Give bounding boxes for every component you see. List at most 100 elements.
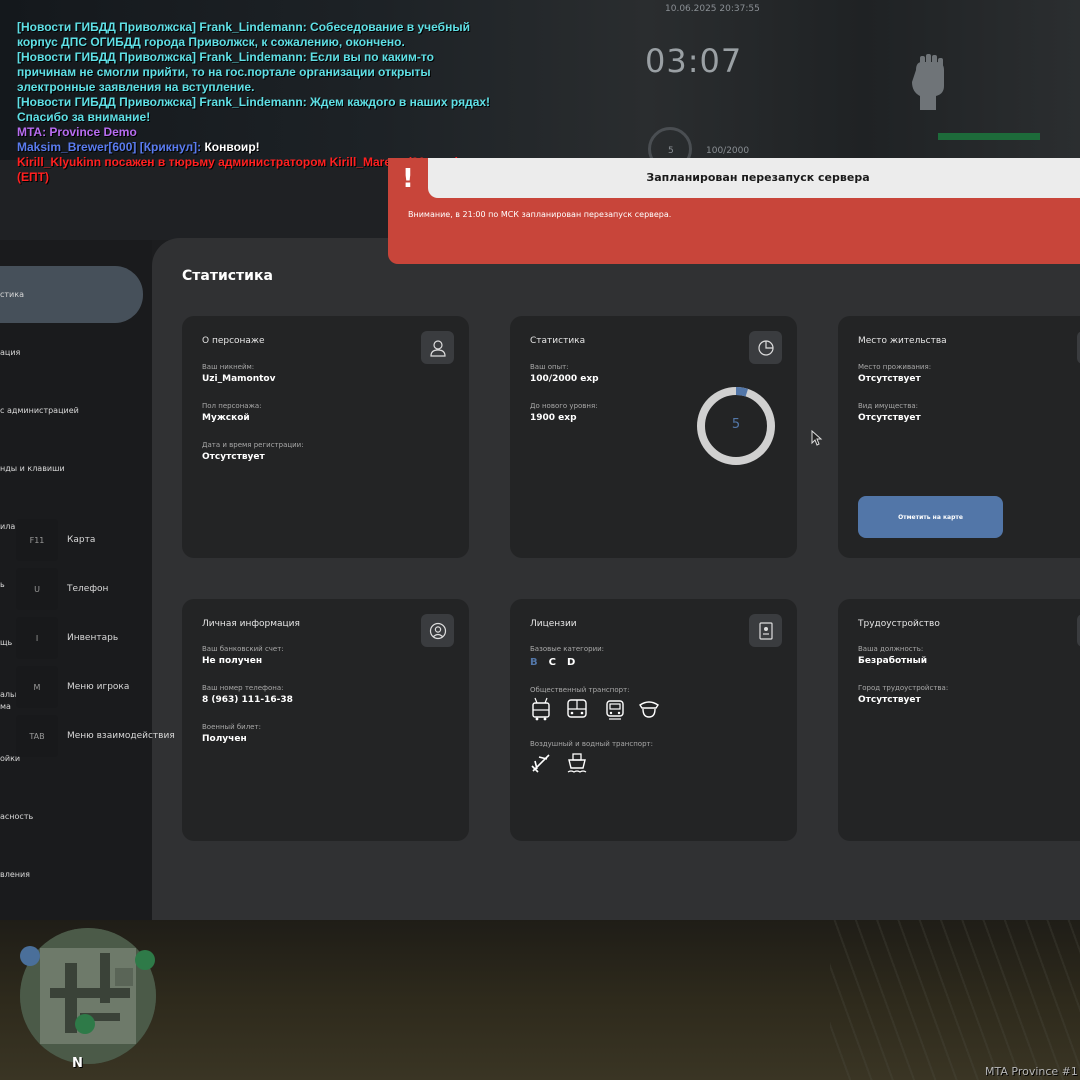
city-label: Город трудоустройства: (858, 684, 949, 692)
hotkey-player-menu-label: Меню игрока (67, 682, 130, 692)
exp-label: Ваш опыт: (530, 363, 569, 371)
phone-label: Ваш номер телефона: (202, 684, 284, 692)
position-value: Безработный (858, 656, 928, 666)
next-level-value: 1900 exp (530, 413, 577, 423)
military-value: Получен (202, 734, 247, 744)
card-title: Место жительства (858, 336, 947, 346)
menu-item-security[interactable]: асность (0, 812, 33, 821)
level-number: 5 (731, 417, 741, 432)
notification-header: Запланирован перезапуск сервера (428, 158, 1080, 198)
bank-value: Не получен (202, 656, 263, 666)
hotkey-phone-key: U (16, 568, 58, 610)
licenses-card: Лицензии Базовые категории: BCD Обществе… (510, 599, 797, 841)
server-restart-notification: Запланирован перезапуск сервера ! Вниман… (388, 158, 1080, 264)
minimap (20, 928, 156, 1064)
place-label: Место проживания: (858, 363, 932, 371)
hud-time: 03:07 (645, 42, 743, 80)
registration-value: Отсутствует (202, 452, 265, 462)
air-water-transport-label: Воздушный и водный транспорт: (530, 740, 653, 748)
chat-segment: [Новости ГИБДД Приволжска] Frank_Lindema… (17, 50, 434, 94)
hotkey-inventory-key: I (16, 617, 58, 659)
hotkey-map-key: F11 (16, 519, 58, 561)
phone-value: 8 (963) 111-16-38 (202, 695, 293, 705)
menu-item-updates[interactable]: вления (0, 870, 30, 879)
chat-segment: [Новости ГИБДД Приволжска] Frank_Lindema… (17, 95, 491, 124)
hud-level: 5 (668, 146, 674, 156)
trolleybus-icon (532, 697, 550, 721)
card-title: Лицензии (530, 619, 577, 629)
hotkey-interaction-label: Меню взаимодействия (67, 731, 175, 741)
chat-segment: MTA: Province Demo (17, 125, 137, 139)
notification-title: Запланирован перезапуск сервера (646, 171, 870, 184)
category-d: D (566, 657, 576, 668)
personal-info-card: Личная информация Ваш банковский счет: Н… (182, 599, 469, 841)
plane-icon (531, 754, 550, 773)
base-categories-label: Базовые категории: (530, 645, 605, 653)
gender-label: Пол персонажа: (202, 402, 262, 410)
tram-icon (606, 700, 624, 720)
chat-line: [Новости ГИБДД Приволжска] Frank_Lindema… (17, 95, 492, 125)
railway-texture (830, 920, 1080, 1080)
mark-on-map-button[interactable]: Отметить на карте (858, 496, 1003, 538)
gender-value: Мужской (202, 413, 250, 423)
license-categories: BCD (530, 657, 586, 668)
chat-segment: Конвоир! (204, 140, 260, 154)
minimap-roads (20, 928, 156, 1064)
user-icon (421, 331, 454, 364)
bus-icon (567, 699, 587, 718)
minimap-north: N (72, 1056, 83, 1071)
chat-line: Maksim_Brewer[600] [Крикнул]: Конвоир! (17, 140, 492, 155)
hud-exp: 100/2000 (706, 146, 750, 156)
license-icon (749, 614, 782, 647)
public-transport-label: Общественный транспорт: (530, 686, 630, 694)
city-value: Отсутствует (858, 695, 921, 705)
pie-chart-icon (749, 331, 782, 364)
card-title: Статистика (530, 336, 586, 346)
notification-text: Внимание, в 21:00 по МСК запланирован пе… (408, 210, 672, 219)
chat-line: MTA: Province Demo (17, 125, 492, 140)
card-title: Личная информация (202, 619, 300, 629)
hotkey-map-label: Карта (67, 535, 96, 545)
hotkey-interaction-key: TAB (16, 715, 58, 757)
exp-value: 100/2000 exp (530, 374, 599, 384)
next-level-label: До нового уровня: (530, 402, 598, 410)
place-value: Отсутствует (858, 374, 921, 384)
category-c: C (548, 657, 556, 668)
menu-item-statistics[interactable]: стика (0, 290, 24, 299)
chat-line: [Новости ГИБДД Приволжска] Frank_Lindema… (17, 20, 492, 50)
hotkey-player-menu-key: M (16, 666, 58, 708)
marker-icon (75, 1014, 95, 1034)
property-type-value: Отсутствует (858, 413, 921, 423)
bank-label: Ваш банковский счет: (202, 645, 284, 653)
shirt-icon (20, 946, 40, 966)
hotkey-inventory-label: Инвентарь (67, 633, 119, 643)
residence-card: Место жительства Место проживания: Отсут… (838, 316, 1080, 558)
fist-icon (912, 54, 944, 110)
hotkey-phone-label: Телефон (67, 584, 109, 594)
card-title: О персонаже (202, 336, 265, 346)
card-title: Трудоустройство (858, 619, 940, 629)
registration-label: Дата и время регистрации: (202, 441, 304, 449)
hud-health-bar (938, 133, 1040, 140)
character-card: О персонаже Ваш никнейм: Uzi_Mamontov По… (182, 316, 469, 558)
page-title: Статистика (182, 268, 273, 284)
hud-date: 10.06.2025 20:37:55 (665, 4, 760, 14)
menu-item-admin[interactable]: с администрацией (0, 406, 79, 415)
chat-segment: Maksim_Brewer[600] [Крикнул]: (17, 140, 205, 154)
id-badge-icon (421, 614, 454, 647)
nick-label: Ваш никнейм: (202, 363, 255, 371)
menu-item-6[interactable]: ь (0, 580, 5, 589)
nick-value: Uzi_Mamontov (202, 374, 276, 384)
category-b: B (530, 657, 538, 668)
position-label: Ваша должность: (858, 645, 924, 653)
menu-item-info[interactable]: ация (0, 348, 20, 357)
driver-icon (639, 701, 659, 718)
warning-icon: ! (402, 164, 414, 194)
stats-card: Статистика Ваш опыт: 100/2000 exp До нов… (510, 316, 797, 558)
mouse-cursor-icon (811, 430, 823, 446)
menu-item-help[interactable]: щь (0, 638, 12, 647)
chat-line: [Новости ГИБДД Приволжска] Frank_Lindema… (17, 50, 492, 95)
menu-item-referral-2: ма (0, 702, 11, 711)
menu-item-commands[interactable]: нды и клавиши (0, 464, 65, 473)
military-label: Военный билет: (202, 723, 261, 731)
